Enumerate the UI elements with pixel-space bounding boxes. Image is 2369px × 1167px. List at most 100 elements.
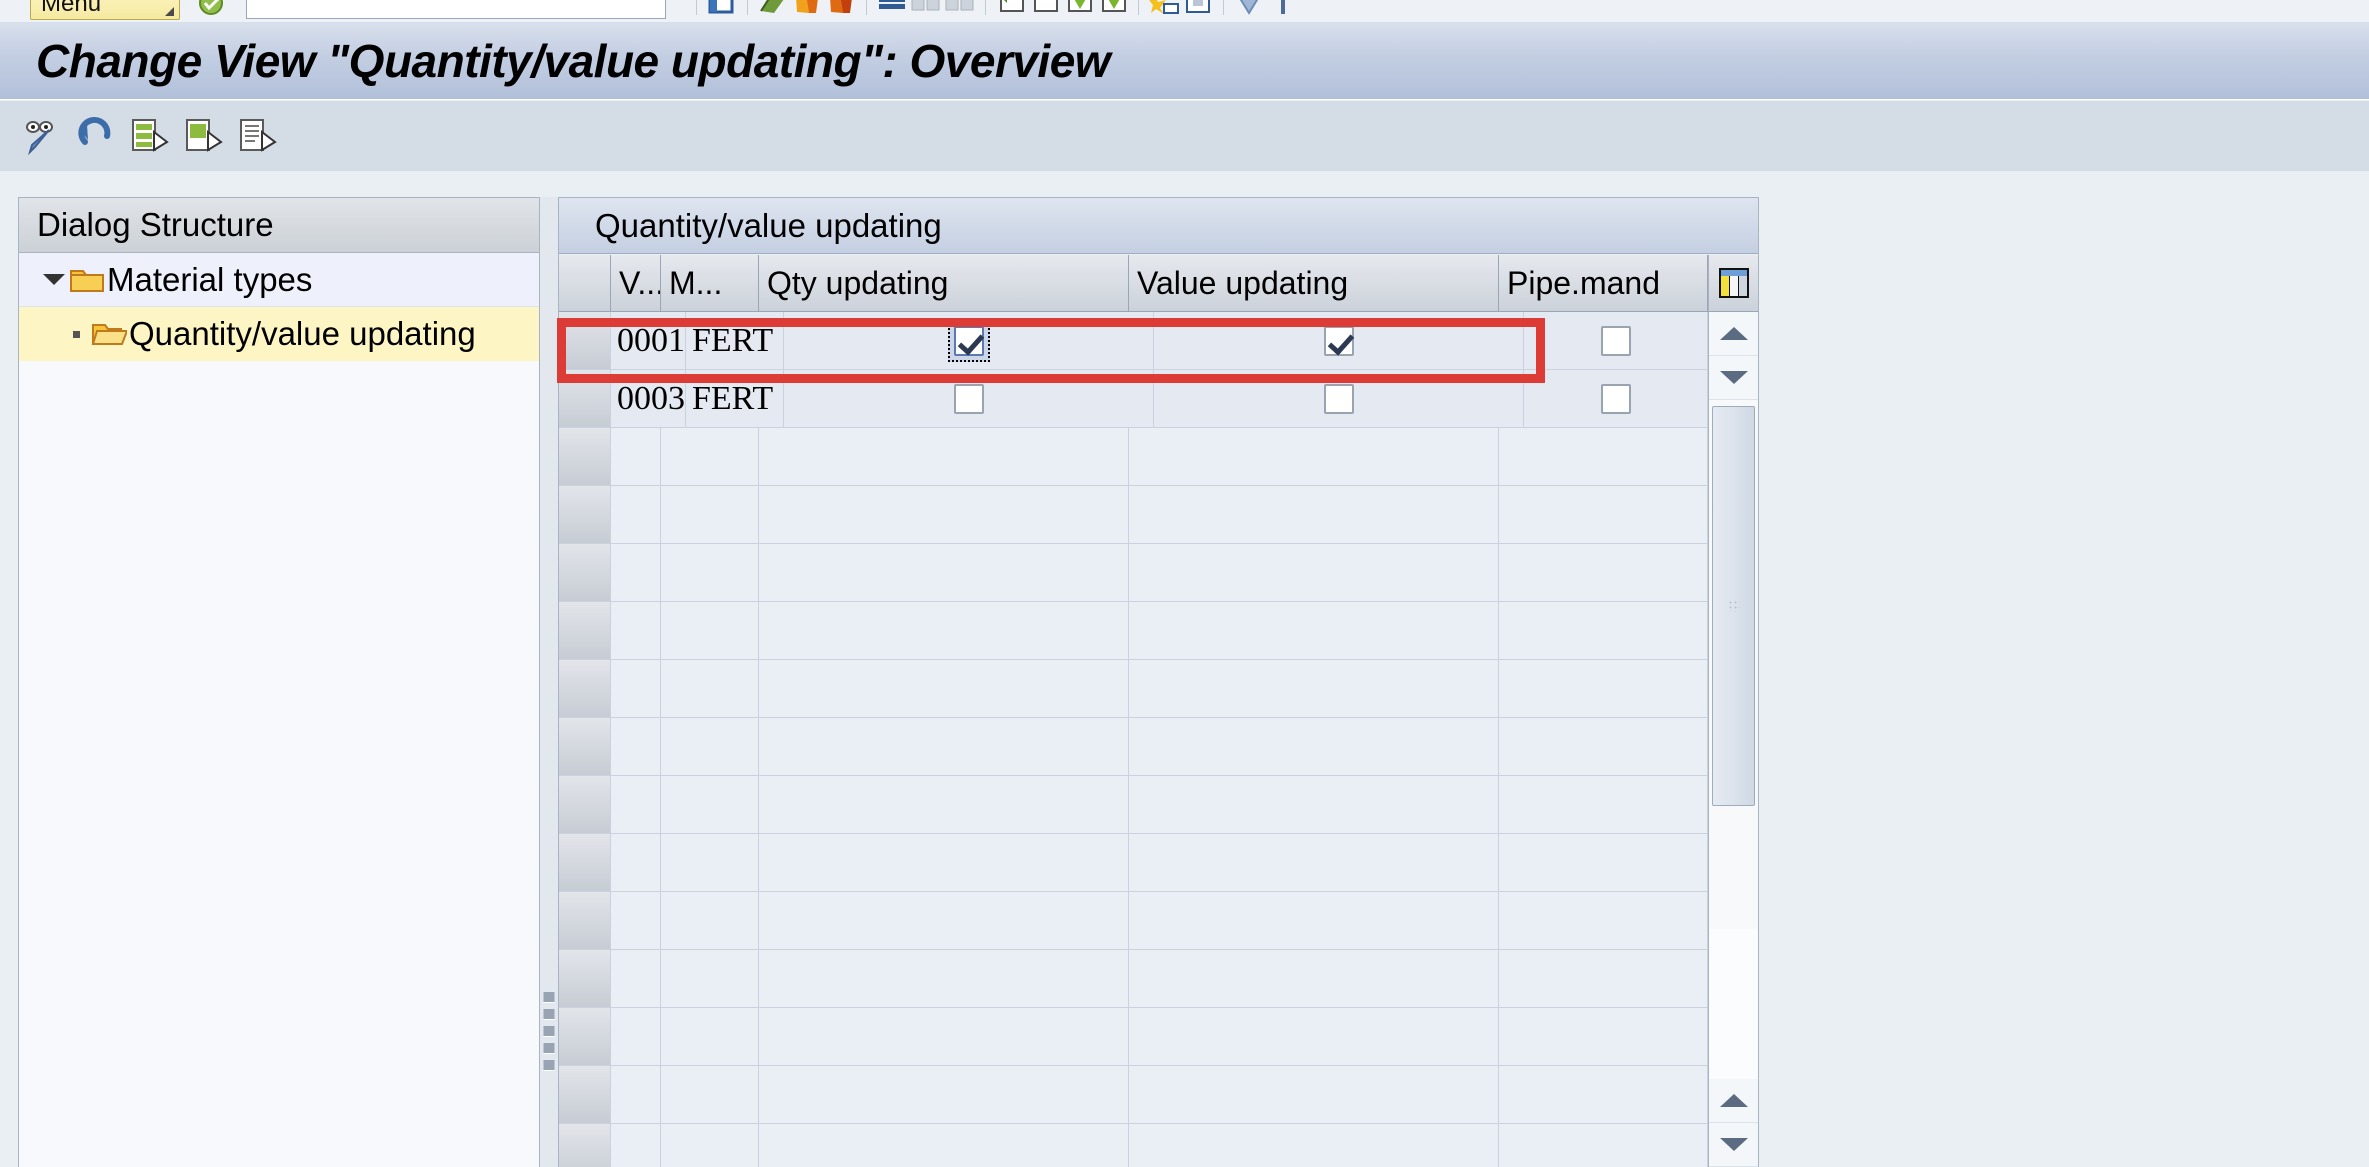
create-session-icon[interactable] — [1147, 0, 1181, 19]
cell-empty[interactable] — [1129, 544, 1499, 601]
page-down-button[interactable] — [1709, 1123, 1758, 1167]
cell-empty[interactable] — [759, 602, 1129, 659]
cell-empty[interactable] — [1129, 660, 1499, 717]
next-page-icon[interactable] — [1062, 0, 1096, 19]
row-selector[interactable] — [559, 1124, 611, 1167]
table-settings-icon[interactable] — [1709, 255, 1758, 312]
cell-empty[interactable] — [1129, 486, 1499, 543]
cell-empty[interactable] — [661, 486, 759, 543]
cell-empty[interactable] — [661, 892, 759, 949]
cell-material-type[interactable]: FERT — [686, 312, 784, 369]
cell-material-type[interactable]: FERT — [686, 370, 784, 427]
cell-empty[interactable] — [661, 1124, 759, 1167]
row-selector[interactable] — [559, 486, 611, 543]
display-change-icon[interactable] — [18, 113, 64, 159]
cell-empty[interactable] — [1129, 428, 1499, 485]
cell-empty[interactable] — [1129, 1008, 1499, 1065]
cell-pipe-mand[interactable] — [1524, 370, 1708, 427]
cell-empty[interactable] — [611, 486, 661, 543]
cell-empty[interactable] — [1499, 776, 1708, 833]
table-row-empty[interactable] — [559, 486, 1708, 544]
table-row-empty[interactable] — [559, 776, 1708, 834]
print-icon[interactable] — [824, 0, 858, 19]
table-row-empty[interactable] — [559, 834, 1708, 892]
cell-empty[interactable] — [1499, 486, 1708, 543]
cell-qty-updating[interactable] — [784, 312, 1154, 369]
row-selector[interactable] — [559, 602, 611, 659]
cell-empty[interactable] — [1129, 834, 1499, 891]
cell-valuation-area[interactable]: 0001 — [611, 312, 686, 369]
cell-value-updating[interactable] — [1154, 312, 1524, 369]
row-selector[interactable] — [559, 660, 611, 717]
undo-icon[interactable] — [72, 113, 118, 159]
cell-empty[interactable] — [759, 428, 1129, 485]
save-icon[interactable] — [194, 0, 228, 19]
cell-empty[interactable] — [611, 544, 661, 601]
cell-empty[interactable] — [1499, 660, 1708, 717]
row-selector[interactable] — [559, 892, 611, 949]
cell-empty[interactable] — [611, 834, 661, 891]
cell-empty[interactable] — [759, 892, 1129, 949]
qty-updating-checkbox[interactable] — [953, 325, 984, 356]
cell-empty[interactable] — [1499, 1066, 1708, 1123]
table-row-empty[interactable] — [559, 718, 1708, 776]
cell-empty[interactable] — [759, 660, 1129, 717]
row-selector[interactable] — [559, 1066, 611, 1123]
column-header-qty-updating[interactable]: Qty updating — [759, 255, 1129, 311]
row-selector[interactable] — [559, 428, 611, 485]
scrollbar-thumb[interactable] — [1712, 406, 1755, 806]
cell-empty[interactable] — [1499, 950, 1708, 1007]
cell-empty[interactable] — [611, 892, 661, 949]
column-header-value-updating[interactable]: Value updating — [1129, 255, 1499, 311]
scrollbar-track[interactable] — [1709, 400, 1758, 929]
cell-empty[interactable] — [661, 834, 759, 891]
qty-updating-checkbox[interactable] — [953, 383, 984, 414]
cell-empty[interactable] — [1129, 1124, 1499, 1167]
cell-empty[interactable] — [759, 834, 1129, 891]
cell-qty-updating[interactable] — [784, 370, 1154, 427]
column-header-material-type[interactable]: M... — [661, 255, 759, 311]
expand-collapse-icon[interactable] — [41, 274, 67, 285]
previous-page-icon[interactable] — [1028, 0, 1062, 19]
row-selector[interactable] — [559, 776, 611, 833]
table-row[interactable]: 0001 FERT — [559, 312, 1708, 370]
cell-empty[interactable] — [611, 718, 661, 775]
table-row-empty[interactable] — [559, 544, 1708, 602]
back-icon[interactable] — [705, 0, 739, 19]
cell-empty[interactable] — [661, 544, 759, 601]
cell-empty[interactable] — [661, 718, 759, 775]
row-selector[interactable] — [559, 834, 611, 891]
cell-empty[interactable] — [611, 776, 661, 833]
command-field[interactable] — [246, 0, 666, 19]
value-updating-checkbox[interactable] — [1323, 325, 1354, 356]
row-selector[interactable] — [559, 718, 611, 775]
cell-empty[interactable] — [759, 1008, 1129, 1065]
cell-empty[interactable] — [759, 1066, 1129, 1123]
cell-empty[interactable] — [1499, 1124, 1708, 1167]
scroll-up-button[interactable] — [1709, 312, 1758, 356]
find-icon[interactable] — [875, 0, 909, 19]
column-header-select[interactable] — [559, 255, 611, 311]
scroll-down-button[interactable] — [1709, 356, 1758, 400]
sidebar-item-quantity-value-updating[interactable]: Quantity/value updating — [19, 307, 539, 361]
cell-empty[interactable] — [1129, 718, 1499, 775]
cell-empty[interactable] — [759, 950, 1129, 1007]
row-selector[interactable] — [559, 544, 611, 601]
find-previous-icon[interactable] — [943, 0, 977, 19]
cancel-icon[interactable] — [790, 0, 824, 19]
row-selector[interactable] — [559, 312, 611, 369]
menu-button[interactable]: Menu — [30, 0, 180, 20]
cell-empty[interactable] — [1499, 544, 1708, 601]
cell-empty[interactable] — [1499, 892, 1708, 949]
find-next-icon[interactable] — [909, 0, 943, 19]
cell-empty[interactable] — [759, 1124, 1129, 1167]
panel-splitter[interactable] — [540, 197, 558, 1167]
cell-empty[interactable] — [1129, 950, 1499, 1007]
first-page-icon[interactable] — [994, 0, 1028, 19]
pipe-mand-checkbox[interactable] — [1600, 325, 1631, 356]
table-row-empty[interactable] — [559, 602, 1708, 660]
cell-empty[interactable] — [1499, 602, 1708, 659]
cell-empty[interactable] — [611, 660, 661, 717]
cell-empty[interactable] — [1499, 834, 1708, 891]
customize-local-layout-icon[interactable] — [1266, 0, 1300, 19]
